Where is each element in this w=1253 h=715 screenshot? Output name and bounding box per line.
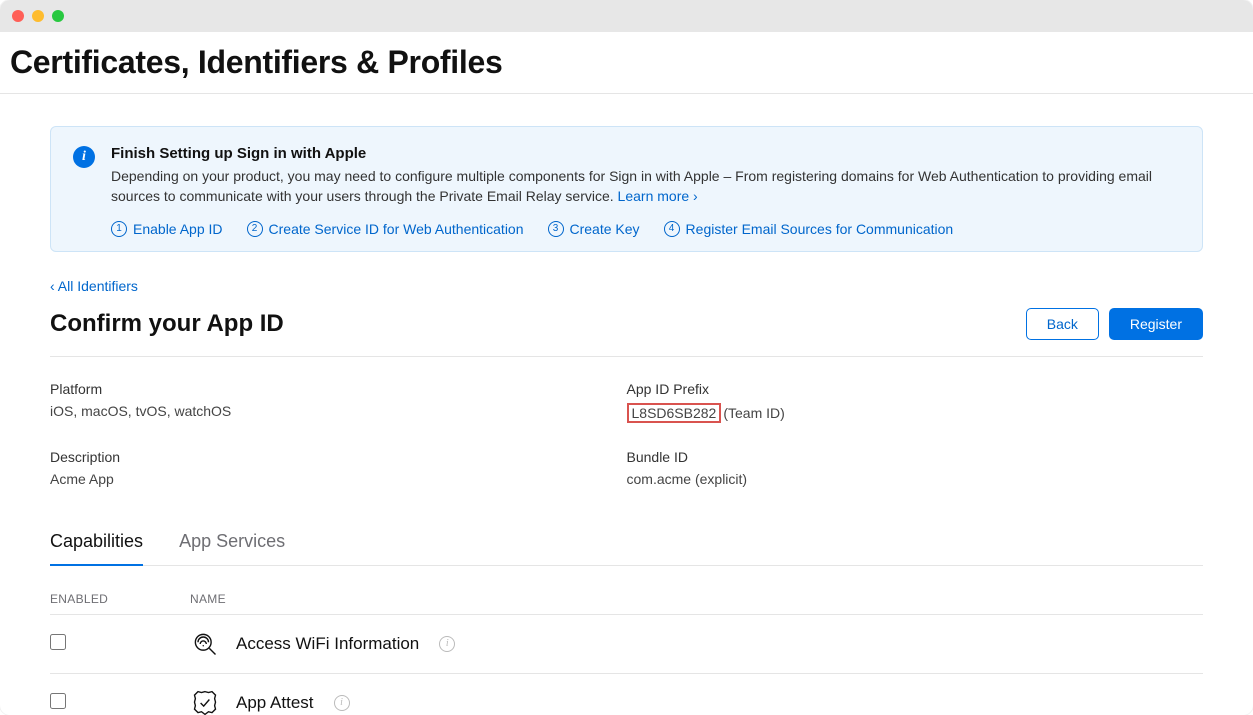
- section-title: Confirm your App ID: [50, 310, 284, 338]
- capabilities-table: ENABLED NAME: [50, 592, 1203, 715]
- banner-text: Depending on your product, you may need …: [111, 166, 1180, 207]
- step-num-1-icon: 1: [111, 221, 127, 237]
- close-icon[interactable]: [12, 10, 24, 22]
- capability-checkbox[interactable]: [50, 634, 66, 650]
- traffic-lights: [12, 10, 64, 22]
- step-register-email[interactable]: 4 Register Email Sources for Communicati…: [664, 221, 954, 237]
- description-label: Description: [50, 449, 627, 465]
- step-label: Enable App ID: [133, 221, 223, 237]
- step-create-service-id[interactable]: 2 Create Service ID for Web Authenticati…: [247, 221, 524, 237]
- enabled-cell: [50, 634, 190, 653]
- info-icon[interactable]: i: [334, 695, 350, 711]
- back-button[interactable]: Back: [1026, 308, 1099, 340]
- all-identifiers-link[interactable]: ‹ All Identifiers: [50, 278, 138, 294]
- app-window: Certificates, Identifiers & Profiles i F…: [0, 0, 1253, 715]
- tab-bar: Capabilities App Services: [50, 531, 1203, 566]
- minimize-icon[interactable]: [32, 10, 44, 22]
- tab-capabilities[interactable]: Capabilities: [50, 531, 143, 566]
- step-create-key[interactable]: 3 Create Key: [548, 221, 640, 237]
- step-num-3-icon: 3: [548, 221, 564, 237]
- meta-prefix: App ID Prefix L8SD6SB282(Team ID): [627, 381, 1204, 423]
- banner-title: Finish Setting up Sign in with Apple: [111, 145, 1180, 162]
- meta-description: Description Acme App: [50, 449, 627, 487]
- capability-name: Access WiFi Information: [236, 634, 419, 654]
- register-button[interactable]: Register: [1109, 308, 1203, 340]
- team-id-suffix: (Team ID): [723, 405, 784, 421]
- main-content: i Finish Setting up Sign in with Apple D…: [0, 126, 1253, 715]
- window-titlebar: [0, 0, 1253, 32]
- name-cell: Access WiFi Information i: [190, 629, 1203, 659]
- meta-grid: Platform iOS, macOS, tvOS, watchOS App I…: [50, 381, 1203, 487]
- enabled-cell: [50, 693, 190, 712]
- page-title: Certificates, Identifiers & Profiles: [0, 32, 1253, 94]
- app-id-prefix-value: L8SD6SB282: [627, 403, 722, 423]
- bundle-value: com.acme (explicit): [627, 471, 1204, 487]
- maximize-icon[interactable]: [52, 10, 64, 22]
- step-label: Create Key: [570, 221, 640, 237]
- prefix-value-row: L8SD6SB282(Team ID): [627, 403, 1204, 423]
- bundle-label: Bundle ID: [627, 449, 1204, 465]
- col-enabled: ENABLED: [50, 592, 190, 606]
- table-row: Access WiFi Information i: [50, 614, 1203, 673]
- info-icon: i: [73, 146, 95, 168]
- capabilities-header: ENABLED NAME: [50, 592, 1203, 614]
- step-label: Create Service ID for Web Authentication: [269, 221, 524, 237]
- prefix-label: App ID Prefix: [627, 381, 1204, 397]
- banner-steps: 1 Enable App ID 2 Create Service ID for …: [111, 221, 1180, 237]
- banner-body: Finish Setting up Sign in with Apple Dep…: [111, 145, 1180, 237]
- description-value: Acme App: [50, 471, 627, 487]
- attest-icon: [190, 688, 220, 715]
- wifi-search-icon: [190, 629, 220, 659]
- info-icon[interactable]: i: [439, 636, 455, 652]
- setup-banner: i Finish Setting up Sign in with Apple D…: [50, 126, 1203, 252]
- capability-checkbox[interactable]: [50, 693, 66, 709]
- action-buttons: Back Register: [1026, 308, 1203, 340]
- tab-app-services[interactable]: App Services: [179, 531, 285, 566]
- step-num-2-icon: 2: [247, 221, 263, 237]
- col-name: NAME: [190, 592, 1203, 606]
- section-heading-row: Confirm your App ID Back Register: [50, 308, 1203, 357]
- name-cell: App Attest i: [190, 688, 1203, 715]
- capability-name: App Attest: [236, 693, 314, 713]
- learn-more-link[interactable]: Learn more ›: [618, 188, 698, 204]
- platform-label: Platform: [50, 381, 627, 397]
- step-num-4-icon: 4: [664, 221, 680, 237]
- meta-bundle: Bundle ID com.acme (explicit): [627, 449, 1204, 487]
- table-row: App Attest i: [50, 673, 1203, 715]
- step-enable-app-id[interactable]: 1 Enable App ID: [111, 221, 223, 237]
- step-label: Register Email Sources for Communication: [686, 221, 954, 237]
- meta-platform: Platform iOS, macOS, tvOS, watchOS: [50, 381, 627, 423]
- platform-value: iOS, macOS, tvOS, watchOS: [50, 403, 627, 419]
